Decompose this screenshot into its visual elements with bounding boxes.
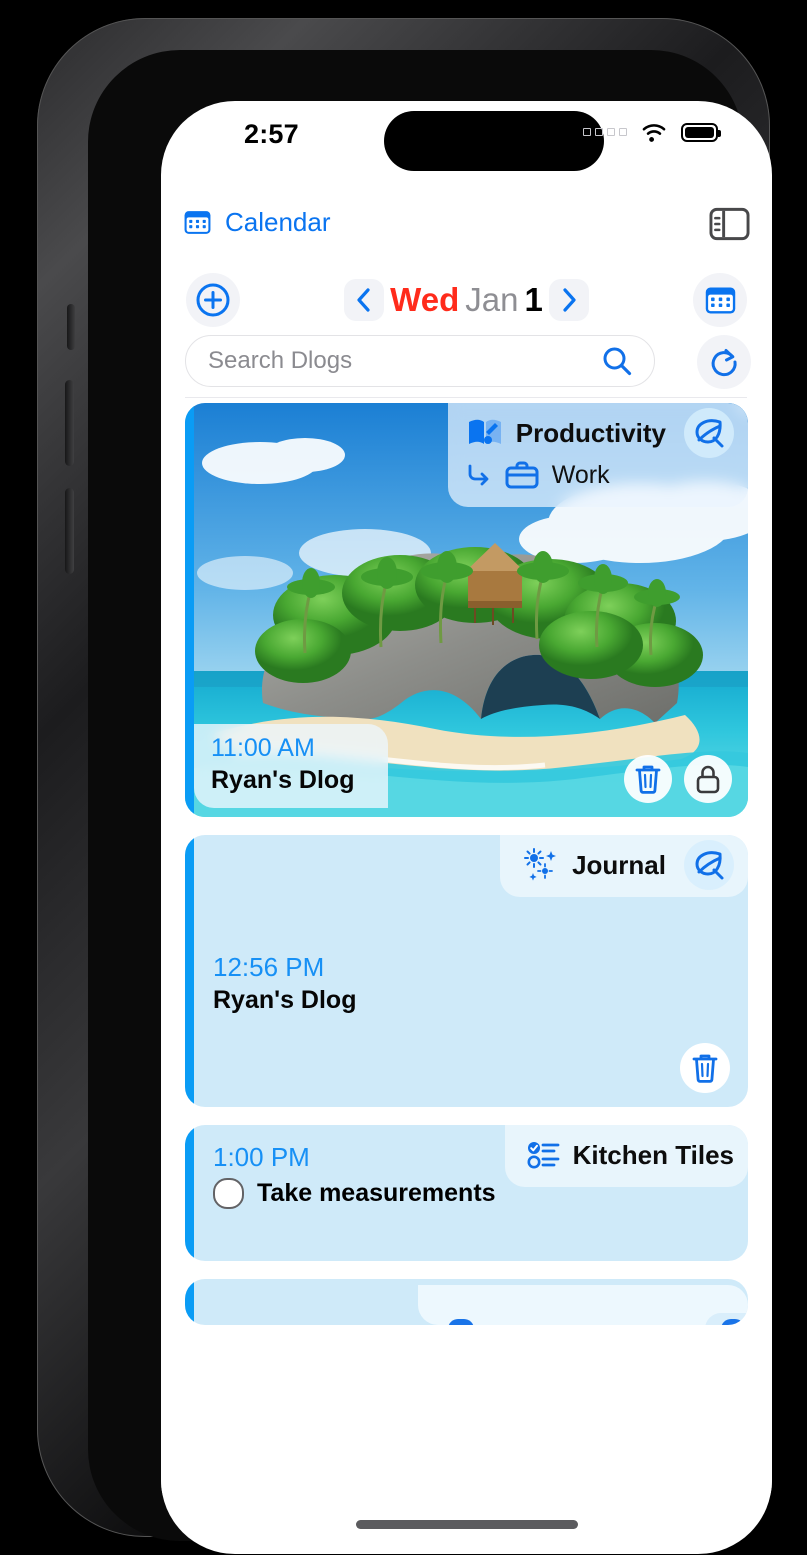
battery-icon — [681, 122, 721, 142]
badge-title: Productivity — [515, 417, 666, 448]
trash-icon — [692, 1054, 718, 1083]
card-badge[interactable]: Productivity Work — [447, 403, 748, 507]
scroll-fade — [161, 1407, 772, 1493]
card-time-chip: 11:00 AM Ryan's Dlog — [194, 724, 389, 808]
refresh-icon — [711, 349, 737, 377]
date-toolbar: Wed Jan 1 — [161, 271, 772, 337]
chevron-left-icon — [357, 288, 370, 312]
wifi-icon — [642, 124, 666, 142]
volume-down-button[interactable] — [65, 488, 74, 574]
open-calendar-button[interactable] — [693, 273, 747, 327]
dlog-card-partial[interactable] — [185, 1279, 748, 1325]
sparkles-icon — [524, 848, 557, 881]
search-box[interactable] — [185, 335, 655, 387]
badge-primary-row: Kitchen Tiles — [527, 1134, 734, 1176]
phone-screen: 2:57 Calendar Wed Jan 1 Search Dlogs Pro… — [161, 101, 772, 1554]
previous-day-button[interactable] — [344, 279, 385, 321]
lock-button[interactable] — [684, 755, 732, 803]
badge-primary-row: Productivity — [466, 408, 734, 458]
card-accent-stripe — [185, 1125, 194, 1261]
silent-switch-button[interactable] — [67, 304, 75, 350]
status-bar: 2:57 — [161, 101, 772, 175]
task-label: Take measurements — [257, 1178, 496, 1207]
date-month: Jan — [465, 281, 519, 318]
badge-primary-row: Journal — [522, 840, 734, 890]
search-icon[interactable] — [600, 344, 634, 378]
status-indicators — [583, 121, 721, 143]
trash-icon — [635, 765, 661, 794]
calendar-icon — [184, 211, 211, 234]
phone-bezel: 2:57 Calendar Wed Jan 1 Search Dlogs Pro… — [88, 50, 772, 1554]
leaf-chip[interactable] — [684, 840, 734, 890]
app-identity[interactable]: Calendar — [183, 207, 331, 238]
phone-frame: 2:57 Calendar Wed Jan 1 Search Dlogs Pro… — [37, 18, 772, 1554]
card-title: Ryan's Dlog — [213, 985, 357, 1014]
card-time: 12:56 PM — [213, 952, 325, 982]
card-body: 1:00 PM Take measurements — [213, 1141, 496, 1209]
search-row — [161, 333, 772, 395]
badge-subtitle: Work — [551, 460, 610, 489]
screenshot-stage: 2:57 Calendar Wed Jan 1 Search Dlogs Pro… — [0, 0, 807, 1555]
header-divider — [185, 397, 747, 398]
app-header: Calendar — [161, 201, 772, 259]
app-title: Calendar — [225, 207, 331, 237]
card-time: 1:00 PM — [213, 1142, 310, 1172]
card-title: Ryan's Dlog — [211, 765, 355, 794]
leaf-icon — [695, 419, 724, 448]
card-accent-stripe — [185, 1279, 194, 1325]
book-wrench-icon — [468, 419, 501, 444]
badge-title: Journal — [572, 849, 666, 880]
briefcase-icon — [505, 461, 539, 489]
dlog-list[interactable]: Productivity Work 11:00 AM Ryan's Dlog J… — [161, 403, 772, 1493]
lock-icon — [696, 765, 720, 793]
signal-dots-icon — [583, 128, 627, 136]
leaf-icon — [695, 851, 724, 880]
next-day-button[interactable] — [548, 279, 589, 321]
date-weekday: Wed — [390, 281, 460, 318]
chevron-right-icon — [563, 288, 576, 312]
card-badge[interactable]: Kitchen Tiles — [504, 1125, 748, 1187]
card-actions — [624, 755, 732, 803]
dlog-card-task[interactable]: Kitchen Tiles 1:00 PM Take measurements — [185, 1125, 748, 1261]
card-time: 11:00 AM — [211, 734, 315, 762]
badge-title: Kitchen Tiles — [572, 1139, 734, 1170]
dynamic-island — [384, 111, 604, 171]
date-navigator: Wed Jan 1 — [161, 279, 772, 321]
dlog-card-journal[interactable]: Journal 12:56 PM Ryan's Dlog — [185, 835, 748, 1107]
card-accent-stripe — [185, 835, 194, 1107]
calendar-icon — [705, 287, 735, 313]
sidebar-toggle-icon[interactable] — [709, 207, 750, 241]
arrow-turn-right-icon — [468, 464, 489, 486]
status-time: 2:57 — [244, 119, 299, 149]
card-accent-stripe — [185, 403, 194, 817]
refresh-button[interactable] — [697, 335, 751, 389]
dlog-card-photo[interactable]: Productivity Work 11:00 AM Ryan's Dlog — [185, 403, 748, 817]
checklist-icon — [527, 1142, 560, 1169]
search-input[interactable] — [186, 347, 600, 375]
badge-secondary-row: Work — [466, 454, 734, 496]
delete-button[interactable] — [680, 1043, 730, 1093]
task-row[interactable]: Take measurements — [213, 1177, 496, 1209]
card-body: 12:56 PM Ryan's Dlog — [213, 951, 356, 1016]
home-indicator[interactable] — [355, 1520, 578, 1529]
leaf-chip[interactable] — [684, 408, 734, 458]
card-badge[interactable]: Journal — [500, 835, 748, 897]
date-day: 1 — [524, 281, 543, 318]
volume-up-button[interactable] — [65, 380, 74, 466]
delete-button[interactable] — [624, 755, 672, 803]
task-checkbox[interactable] — [213, 1177, 244, 1209]
